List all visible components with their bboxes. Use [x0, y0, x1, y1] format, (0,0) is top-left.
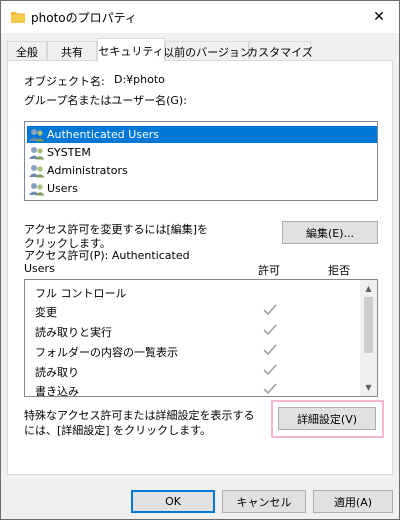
- permissions-for-label: アクセス許可(P): Authenticated: [24, 249, 190, 262]
- permission-name: 変更: [35, 306, 57, 319]
- user-group-icon: [29, 164, 45, 177]
- properties-dialog: photoのプロパティ ✕ 全般 共有 セキュリティ 以前のバージョン カスタマ…: [0, 0, 400, 520]
- permission-list[interactable]: フル コントロール 変更 読み取りと実行 フォルダーの内容の一覧表示 読み取り …: [24, 279, 378, 397]
- security-panel: オブジェクト名: D:¥photo グループ名またはユーザー名(G): Auth…: [7, 60, 393, 475]
- apply-button[interactable]: 適用(A): [313, 490, 393, 513]
- permission-row: 読み取り: [35, 361, 375, 381]
- object-name-value: D:¥photo: [114, 73, 165, 86]
- permissions-for-label: Users: [24, 262, 55, 275]
- close-icon: ✕: [373, 9, 385, 25]
- permission-row: フル コントロール: [35, 282, 375, 302]
- user-list[interactable]: Authenticated Users SYSTEM Administrator…: [24, 121, 378, 201]
- advanced-hint: には、[詳細設定] をクリックします。: [24, 424, 211, 437]
- object-name-label: オブジェクト名:: [24, 75, 105, 88]
- tab-sharing[interactable]: 共有: [47, 41, 97, 61]
- window-title: photoのプロパティ: [31, 11, 137, 25]
- check-icon: [263, 324, 277, 336]
- user-name: Authenticated Users: [47, 128, 160, 141]
- scroll-up-arrow[interactable]: ▲: [360, 280, 377, 297]
- tab-general[interactable]: 全般: [7, 41, 47, 61]
- check-icon: [263, 383, 277, 395]
- user-name: Administrators: [47, 164, 128, 177]
- advanced-hint: 特殊なアクセス許可または詳細設定を表示する: [24, 409, 255, 422]
- user-list-item[interactable]: Administrators: [27, 162, 377, 179]
- scroll-down-arrow[interactable]: ▼: [360, 379, 377, 396]
- close-button[interactable]: ✕: [359, 1, 399, 33]
- tab-security[interactable]: セキュリティ: [97, 38, 165, 62]
- permission-row: 変更: [35, 301, 375, 321]
- user-name: Users: [47, 182, 78, 195]
- user-group-icon: [29, 128, 45, 141]
- permission-name: 読み取り: [35, 366, 79, 379]
- cancel-button[interactable]: キャンセル: [222, 490, 306, 513]
- user-list-item[interactable]: Users: [27, 180, 377, 197]
- check-icon: [263, 304, 277, 316]
- user-list-item[interactable]: SYSTEM: [27, 144, 377, 161]
- tab-customize[interactable]: カスタマイズ: [247, 41, 313, 61]
- permission-row: 書き込み: [35, 380, 375, 397]
- allow-column-header: 許可: [258, 264, 280, 277]
- ok-button[interactable]: OK: [131, 490, 215, 513]
- check-icon: [263, 364, 277, 376]
- user-name: SYSTEM: [47, 146, 91, 159]
- permission-name: 読み取りと実行: [35, 326, 112, 339]
- user-list-item[interactable]: Authenticated Users: [27, 126, 377, 143]
- edit-button[interactable]: 編集(E)...: [282, 221, 378, 244]
- permission-name: フォルダーの内容の一覧表示: [35, 346, 178, 359]
- folder-icon: [11, 12, 25, 23]
- permission-name: フル コントロール: [35, 287, 127, 300]
- user-group-icon: [29, 146, 45, 159]
- deny-column-header: 拒否: [328, 264, 350, 277]
- permission-row: 読み取りと実行: [35, 321, 375, 341]
- permission-row: フォルダーの内容の一覧表示: [35, 341, 375, 361]
- title-bar: photoのプロパティ ✕: [1, 1, 399, 33]
- advanced-settings-button[interactable]: 詳細設定(V): [278, 407, 376, 430]
- user-group-icon: [29, 182, 45, 195]
- group-user-label: グループ名またはユーザー名(G):: [24, 94, 187, 107]
- permission-scrollbar[interactable]: ▲ ▼: [360, 280, 377, 396]
- scroll-thumb[interactable]: [364, 297, 373, 353]
- tab-previous-versions[interactable]: 以前のバージョン: [163, 41, 251, 61]
- permission-name: 書き込み: [35, 385, 79, 397]
- tab-strip: 全般 共有 セキュリティ 以前のバージョン カスタマイズ: [7, 38, 393, 62]
- check-icon: [263, 344, 277, 356]
